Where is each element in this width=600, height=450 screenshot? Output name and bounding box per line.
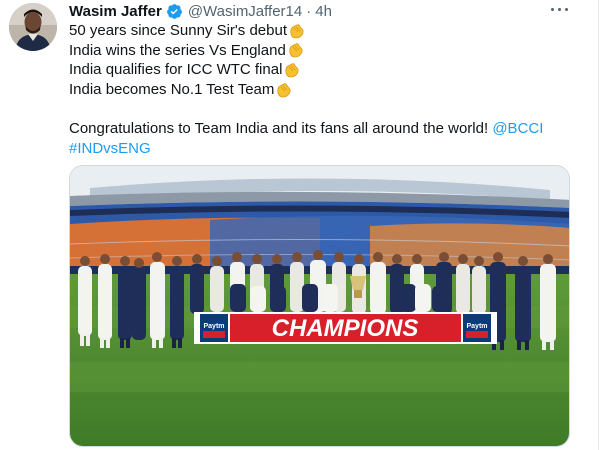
- more-dot: [558, 8, 562, 12]
- author-handle[interactable]: @WasimJaffer14: [188, 3, 302, 20]
- congrats-text: Congratulations to Team India and its fa…: [69, 119, 493, 137]
- more-options-button[interactable]: [549, 0, 571, 20]
- timeline-border: [598, 0, 599, 450]
- team-photo: Paytm Paytm CHAMPIONS: [70, 166, 569, 446]
- tweet-header: Wasim Jaffer @WasimJaffer14 · 4h: [69, 1, 332, 21]
- hashtag-link[interactable]: #INDvsENG: [69, 140, 151, 157]
- tweet-card[interactable]: Wasim Jaffer @WasimJaffer14 · 4h 50 year…: [0, 0, 600, 450]
- tweet-timestamp[interactable]: 4h: [315, 3, 332, 20]
- more-dot: [565, 8, 569, 12]
- verified-badge-icon: [166, 3, 182, 19]
- tweet-media-photo[interactable]: Paytm Paytm CHAMPIONS: [69, 165, 570, 447]
- avatar-photo: [9, 3, 57, 51]
- tweet-line-text: 50 years since Sunny Sir's debut: [69, 22, 287, 39]
- svg-text:Paytm: Paytm: [203, 323, 224, 330]
- tweet-line: India qualifies for ICC WTC final: [69, 60, 579, 80]
- author-avatar[interactable]: [9, 3, 57, 51]
- tweet-line: Congratulations to Team India and its fa…: [69, 119, 579, 139]
- clapping-hands-icon: [288, 24, 304, 39]
- header-separator: ·: [306, 2, 312, 20]
- tweet-line: India becomes No.1 Test Team: [69, 80, 579, 100]
- svg-text:Paytm: Paytm: [466, 323, 487, 330]
- tweet-line-text: India qualifies for ICC WTC final: [69, 61, 283, 79]
- tweet-line: #INDvsENG: [69, 139, 579, 159]
- clapping-hands-icon: [287, 43, 303, 58]
- author-display-name[interactable]: Wasim Jaffer: [69, 3, 162, 20]
- tweet-line-text: India wins the series Vs England: [69, 41, 286, 59]
- more-dot: [551, 8, 555, 12]
- champions-banner: CHAMPIONS: [272, 315, 419, 342]
- tweet-text: 50 years since Sunny Sir's debut India w…: [69, 21, 579, 158]
- tweet-line: India wins the series Vs England: [69, 41, 579, 61]
- clapping-hands-icon: [275, 82, 291, 97]
- tweet-line-text: India becomes No.1 Test Team: [69, 80, 275, 98]
- mention-link[interactable]: @BCCI: [492, 120, 543, 137]
- clapping-hands-icon: [283, 63, 299, 78]
- tweet-line: 50 years since Sunny Sir's debut: [69, 21, 579, 41]
